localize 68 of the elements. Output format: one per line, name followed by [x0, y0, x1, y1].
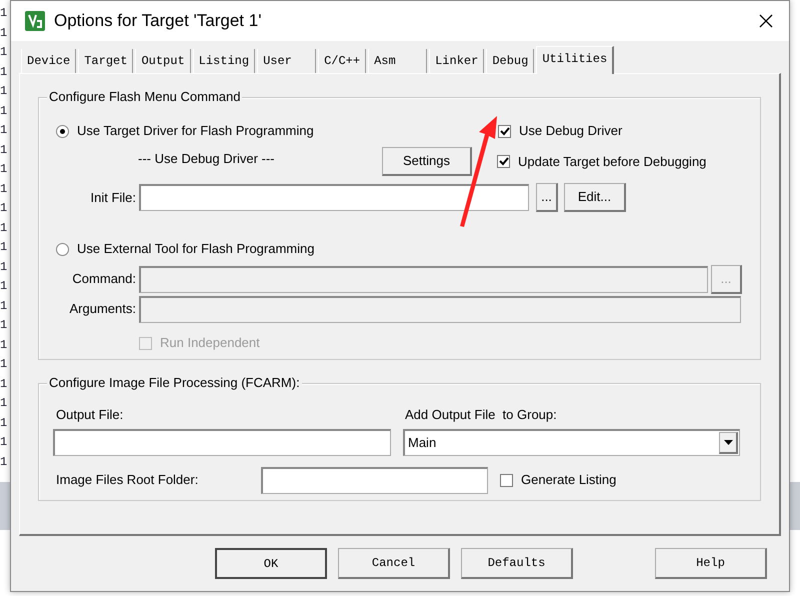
line-number: 1	[0, 161, 8, 178]
dialog-button[interactable]: Defaults	[461, 548, 573, 579]
line-number: 1	[0, 454, 8, 470]
app-logo-icon	[25, 11, 45, 31]
line-number: 1	[0, 180, 8, 198]
line-number: 1	[0, 395, 8, 412]
group-title: Configure Image File Processing (FCARM):	[47, 376, 302, 389]
checkbox-label[interactable]: Update Target before Debugging	[518, 152, 706, 172]
group-title: Configure Flash Menu Command	[47, 90, 242, 103]
checkbox[interactable]	[497, 155, 510, 168]
dialog-button[interactable]: OK	[215, 548, 327, 579]
line-number: 1	[0, 414, 8, 432]
driver-note: --- Use Debug Driver ---	[138, 150, 276, 168]
field-label: Init File:	[89, 188, 137, 207]
line-number: 1	[0, 64, 8, 80]
line-number: 1	[0, 356, 8, 373]
line-number: 1	[0, 5, 8, 22]
radio-button[interactable]	[56, 242, 69, 256]
checkbox[interactable]	[498, 124, 511, 138]
field-label: Image Files Root Folder:	[56, 471, 200, 490]
field-label: Output File:	[56, 406, 124, 424]
line-number: 1	[0, 278, 8, 295]
output-file-field[interactable]	[53, 428, 391, 456]
radio-label[interactable]: Use External Tool for Flash Programming	[77, 239, 314, 259]
line-number: 1	[0, 434, 8, 451]
line-number: 1	[0, 200, 8, 217]
radio-button[interactable]	[56, 124, 69, 138]
edit-button[interactable]: Edit...	[564, 183, 626, 212]
line-number: 1	[0, 142, 8, 158]
line-number: 1	[0, 239, 8, 256]
field-label: Command:	[71, 270, 137, 288]
checkbox[interactable]	[500, 474, 513, 486]
line-number: 1	[0, 298, 8, 314]
help-button[interactable]: Help	[655, 548, 767, 579]
tab[interactable]: User	[257, 49, 316, 73]
line-number: 1	[0, 24, 8, 42]
tab[interactable]: Target	[78, 49, 134, 73]
checkbox-label[interactable]: Use Debug Driver	[519, 121, 622, 141]
line-number: 1	[0, 83, 8, 100]
field-label: Add Output File to Group:	[405, 406, 557, 424]
line-number: 1	[0, 376, 8, 392]
tab[interactable]: Debug	[486, 49, 534, 73]
root-folder-field[interactable]	[261, 466, 488, 494]
init-file-field[interactable]	[139, 184, 529, 211]
tab[interactable]: Asm	[368, 49, 428, 73]
dialog-button[interactable]: Cancel	[338, 548, 450, 579]
tab[interactable]: Device	[21, 49, 76, 73]
browse-button[interactable]: ...	[536, 183, 558, 212]
line-number: 1	[0, 122, 8, 139]
radio-label[interactable]: Use Target Driver for Flash Programming	[77, 121, 314, 141]
line-number: 1	[0, 102, 8, 120]
line-number: 1	[0, 258, 8, 276]
group-dropdown[interactable]: Main	[403, 428, 740, 456]
checkbox-label[interactable]: Generate Listing	[521, 470, 616, 490]
field-label: Arguments:	[68, 300, 137, 318]
line-number: 1	[0, 220, 8, 236]
window-title: Options for Target 'Target 1'	[54, 10, 262, 32]
tab[interactable]: Utilities	[536, 46, 614, 74]
dropdown-value: Main	[407, 434, 438, 452]
line-number: 1	[0, 317, 8, 334]
tab[interactable]: Linker	[429, 49, 484, 73]
close-icon	[759, 14, 773, 28]
tab[interactable]: Listing	[192, 49, 256, 73]
line-number: 1	[0, 336, 8, 354]
settings-button[interactable]: Settings	[382, 147, 472, 176]
tab[interactable]: C/C++	[318, 49, 366, 73]
tab[interactable]: Output	[135, 49, 191, 73]
line-number: 1	[0, 44, 8, 61]
